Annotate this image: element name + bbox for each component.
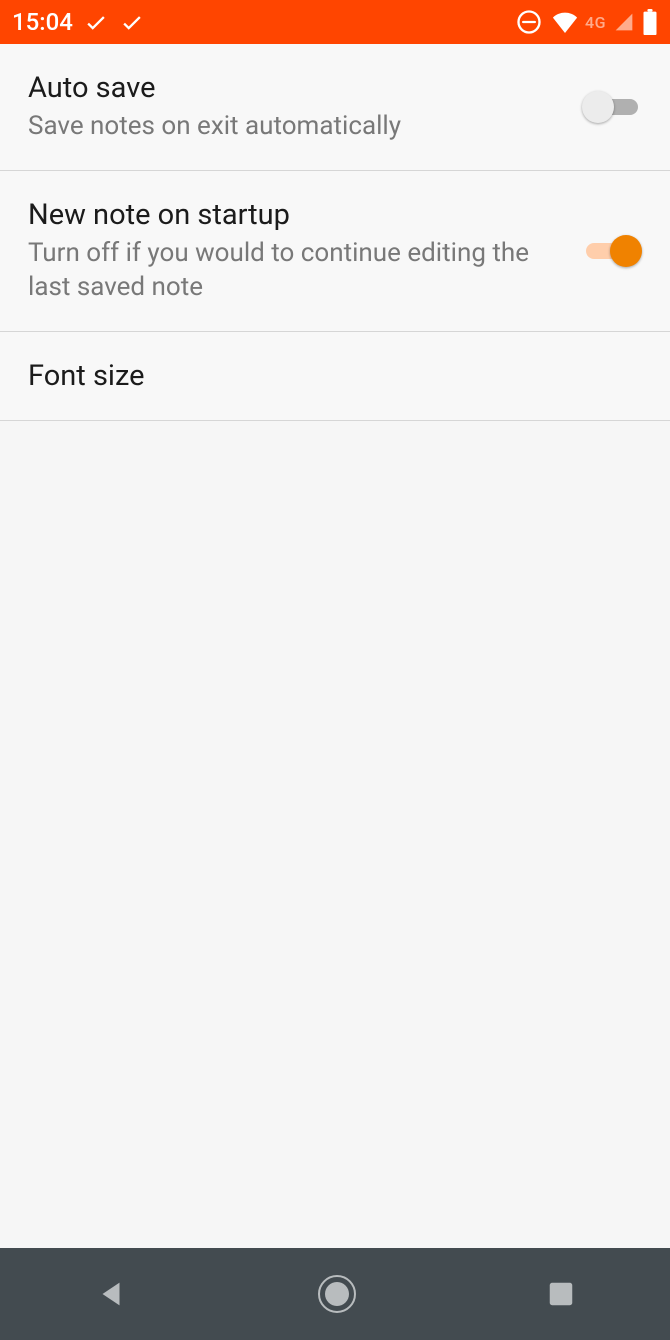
- home-button[interactable]: [317, 1274, 357, 1314]
- setting-title: New note on startup: [28, 197, 562, 233]
- setting-row-font-size[interactable]: Font size: [0, 332, 670, 421]
- status-bar-right: 4G: [515, 8, 658, 36]
- setting-description: Save notes on exit automatically: [28, 110, 562, 144]
- setting-description: Turn off if you would to continue editin…: [28, 237, 562, 305]
- setting-row-auto-save[interactable]: Auto save Save notes on exit automatical…: [0, 44, 670, 171]
- status-bar: 15:04 4G: [0, 0, 670, 44]
- recent-apps-button[interactable]: [546, 1279, 576, 1309]
- setting-text: Auto save Save notes on exit automatical…: [28, 70, 582, 144]
- switch-thumb: [610, 235, 642, 267]
- check-icon: [83, 9, 109, 35]
- setting-title: Auto save: [28, 70, 562, 106]
- toggle-switch-new-note-on-startup[interactable]: [582, 232, 642, 270]
- wifi-icon: [551, 11, 579, 33]
- cellular-signal-icon: [614, 12, 634, 32]
- switch-thumb: [582, 91, 614, 123]
- setting-title: Font size: [28, 358, 622, 394]
- toggle-switch-auto-save[interactable]: [582, 88, 642, 126]
- navigation-bar: [0, 1248, 670, 1340]
- status-bar-left: 15:04: [12, 8, 145, 36]
- network-type-label: 4G: [585, 13, 606, 32]
- setting-text: Font size: [28, 358, 642, 394]
- do-not-disturb-icon: [515, 8, 543, 36]
- battery-icon: [642, 9, 658, 35]
- check-icon: [119, 9, 145, 35]
- setting-text: New note on startup Turn off if you woul…: [28, 197, 582, 305]
- status-time: 15:04: [12, 8, 73, 36]
- setting-row-new-note-on-startup[interactable]: New note on startup Turn off if you woul…: [0, 171, 670, 332]
- settings-list: Auto save Save notes on exit automatical…: [0, 44, 670, 421]
- back-button[interactable]: [94, 1277, 128, 1311]
